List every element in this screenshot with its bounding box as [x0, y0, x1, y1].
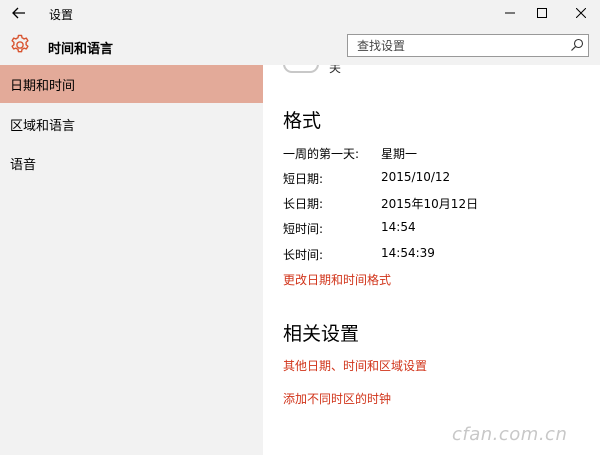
first-day-value: 星期一 — [381, 147, 418, 161]
close-icon — [576, 8, 586, 18]
add-clocks-link[interactable]: 添加不同时区的时钟 — [283, 390, 391, 407]
main-content: 关 格式 一周的第一天: 星期一 短日期: 2015/10/12 长日期: 20… — [263, 65, 600, 455]
sidebar-item-date-time[interactable]: 日期和时间 — [0, 65, 263, 103]
long-date-value: 2015年10月12日 — [381, 197, 479, 211]
sidebar-item-region-language[interactable]: 区域和语言 — [0, 105, 263, 143]
short-time-value: 14:54 — [381, 220, 416, 234]
search-icon[interactable] — [570, 38, 584, 52]
maximize-icon — [537, 8, 547, 18]
close-button[interactable] — [565, 0, 597, 26]
sidebar-item-label: 日期和时间 — [10, 78, 76, 94]
change-format-link[interactable]: 更改日期和时间格式 — [283, 271, 391, 288]
short-date-value: 2015/10/12 — [381, 170, 451, 184]
minimize-icon — [505, 12, 515, 14]
format-heading: 格式 — [283, 110, 322, 132]
title-bar: 设置 — [0, 0, 600, 26]
watermark: cfan.com.cn — [452, 424, 568, 445]
toggle-switch[interactable] — [283, 65, 319, 73]
search-input[interactable] — [348, 35, 568, 56]
long-time-value: 14:54:39 — [381, 246, 435, 260]
toggle-state-label: 关 — [329, 65, 342, 75]
short-time-label: 短时间: — [283, 222, 324, 236]
sidebar-item-label: 语音 — [10, 157, 37, 173]
search-box[interactable] — [347, 34, 589, 57]
first-day-label: 一周的第一天: — [283, 147, 360, 161]
sidebar-item-label: 区域和语言 — [10, 118, 76, 134]
section-title: 时间和语言 — [48, 42, 114, 57]
related-settings-heading: 相关设置 — [283, 323, 360, 345]
window-title: 设置 — [49, 8, 74, 22]
sidebar: 日期和时间 区域和语言 语音 — [0, 65, 263, 455]
back-button[interactable] — [0, 0, 38, 26]
short-date-label: 短日期: — [283, 172, 324, 186]
additional-date-time-region-link[interactable]: 其他日期、时间和区域设置 — [283, 357, 427, 374]
long-date-label: 长日期: — [283, 197, 324, 211]
long-time-label: 长时间: — [283, 248, 324, 262]
minimize-button[interactable] — [494, 0, 526, 26]
settings-header: 时间和语言 — [0, 26, 600, 65]
gear-icon — [11, 34, 29, 53]
back-arrow-icon — [12, 7, 25, 19]
sidebar-item-speech[interactable]: 语音 — [0, 144, 263, 182]
maximize-button[interactable] — [526, 0, 558, 26]
